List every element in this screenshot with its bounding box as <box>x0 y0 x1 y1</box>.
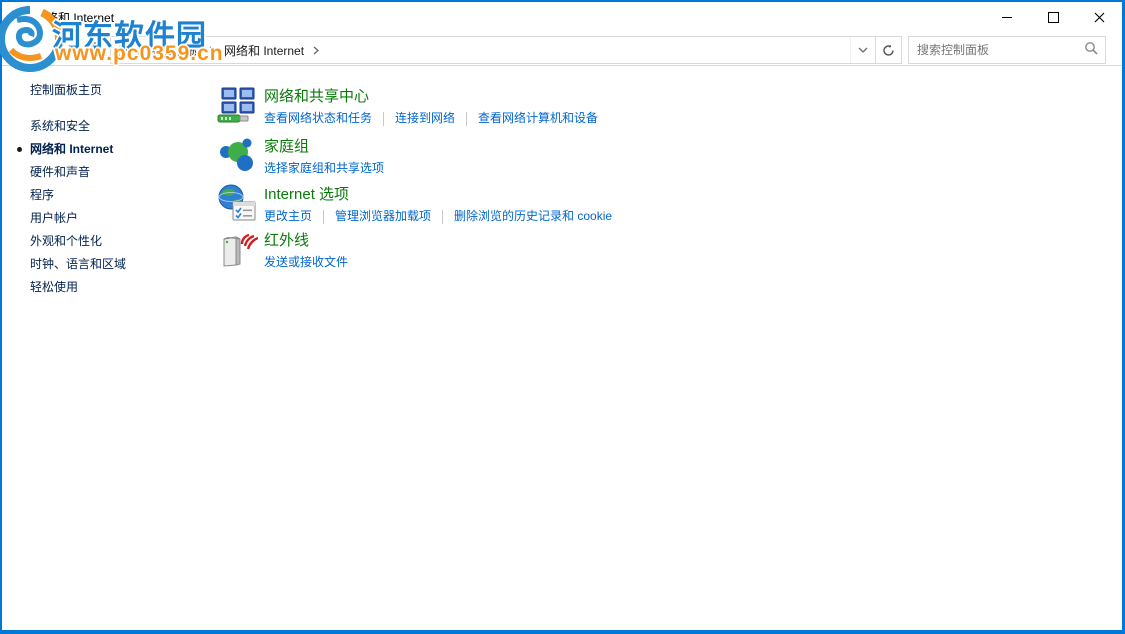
task-view-network-computers[interactable]: 查看网络计算机和设备 <box>478 110 598 127</box>
refresh-icon <box>882 44 895 57</box>
sidebar-item-system-security[interactable]: 系统和安全 <box>2 115 214 138</box>
sidebar-item-hardware-sound[interactable]: 硬件和声音 <box>2 161 214 184</box>
content-area: 控制面板主页 系统和安全 网络和 Internet 硬件和声音 程序 用户帐户 … <box>2 66 1122 630</box>
infrared-link[interactable]: 红外线 <box>264 231 348 251</box>
network-sharing-center-icon <box>216 86 258 126</box>
location-icon <box>118 43 134 58</box>
sidebar-item-ease-of-access[interactable]: 轻松使用 <box>2 276 214 299</box>
task-choose-homegroup-options[interactable]: 选择家庭组和共享选项 <box>264 160 384 177</box>
sidebar-item-control-panel-home[interactable]: 控制面板主页 <box>2 79 214 102</box>
chevron-down-icon <box>68 45 78 51</box>
link-separator <box>442 210 443 224</box>
task-send-receive-files[interactable]: 发送或接收文件 <box>264 254 348 271</box>
back-button[interactable] <box>12 32 36 64</box>
minimize-button[interactable] <box>984 2 1030 32</box>
breadcrumb-separator-icon <box>310 46 322 55</box>
section-infrared: 红外线 发送或接收文件 <box>216 230 348 271</box>
search-icon[interactable] <box>1084 41 1098 60</box>
up-arrow-icon <box>88 41 102 56</box>
link-separator <box>323 210 324 224</box>
section-homegroup: 家庭组 选择家庭组和共享选项 <box>216 136 384 177</box>
up-button[interactable] <box>84 32 106 64</box>
sidebar-item-appearance-personalization[interactable]: 外观和个性化 <box>2 230 214 253</box>
sidebar-item-user-accounts[interactable]: 用户帐户 <box>2 207 214 230</box>
back-arrow-icon <box>15 41 33 55</box>
maximize-icon <box>1048 12 1059 23</box>
control-panel-app-icon <box>11 9 27 25</box>
search-input[interactable] <box>909 37 1084 63</box>
sidebar-item-clock-language-region[interactable]: 时钟、语言和区域 <box>2 253 214 276</box>
main-panel: 网络和共享中心 查看网络状态和任务 连接到网络 查看网络计算机和设备 <box>216 66 1122 630</box>
task-view-network-status[interactable]: 查看网络状态和任务 <box>264 110 372 127</box>
homegroup-icon <box>216 136 258 176</box>
sidebar-item-programs[interactable]: 程序 <box>2 184 214 207</box>
chevron-down-icon <box>858 47 868 53</box>
section-network-sharing-center: 网络和共享中心 查看网络状态和任务 连接到网络 查看网络计算机和设备 <box>216 86 598 127</box>
link-separator <box>466 112 467 126</box>
link-separator <box>383 112 384 126</box>
breadcrumb-separator-icon <box>134 46 146 55</box>
close-icon <box>1094 12 1105 23</box>
breadcrumb-network-and-internet[interactable]: 网络和 Internet <box>218 42 310 59</box>
navigation-toolbar: 控制面板 网络和 Internet <box>2 32 1122 66</box>
task-manage-browser-addons[interactable]: 管理浏览器加载项 <box>335 208 431 225</box>
address-dropdown-button[interactable] <box>850 37 875 63</box>
task-change-homepage[interactable]: 更改主页 <box>264 208 312 225</box>
recent-locations-button[interactable] <box>64 32 82 64</box>
title-bar: 网络和 Internet <box>2 2 1122 32</box>
network-sharing-center-link[interactable]: 网络和共享中心 <box>264 87 598 107</box>
address-bar[interactable]: 控制面板 网络和 Internet <box>110 36 902 64</box>
close-button[interactable] <box>1076 2 1122 32</box>
sidebar-item-network-internet[interactable]: 网络和 Internet <box>2 138 214 161</box>
sidebar: 控制面板主页 系统和安全 网络和 Internet 硬件和声音 程序 用户帐户 … <box>2 66 214 630</box>
search-box <box>908 36 1106 64</box>
homegroup-link[interactable]: 家庭组 <box>264 137 384 157</box>
breadcrumb-separator-icon <box>206 46 218 55</box>
refresh-button[interactable] <box>875 37 901 63</box>
section-internet-options: Internet 选项 更改主页 管理浏览器加载项 删除浏览的历史记录和 coo… <box>216 184 612 225</box>
window-controls <box>984 2 1122 32</box>
task-connect-to-network[interactable]: 连接到网络 <box>395 110 455 127</box>
task-delete-history-cookies[interactable]: 删除浏览的历史记录和 cookie <box>454 208 612 225</box>
control-panel-window: 网络和 Internet <box>2 2 1122 630</box>
breadcrumb-control-panel[interactable]: 控制面板 <box>146 42 206 59</box>
window-title: 网络和 Internet <box>34 9 114 26</box>
infrared-icon <box>216 230 258 270</box>
maximize-button[interactable] <box>1030 2 1076 32</box>
internet-options-link[interactable]: Internet 选项 <box>264 185 612 205</box>
minimize-icon <box>1002 17 1012 18</box>
internet-options-icon <box>216 184 258 224</box>
